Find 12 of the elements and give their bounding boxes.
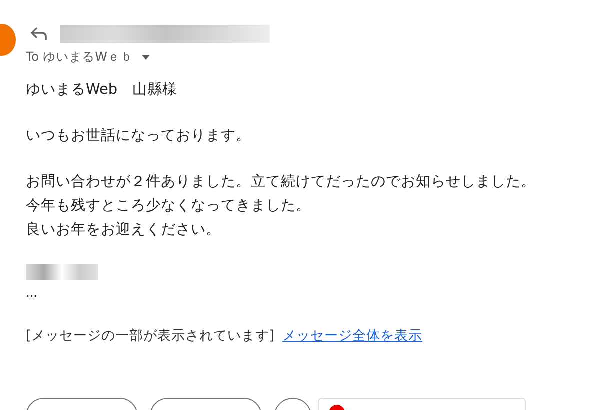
body-text-line: 今年も残すところ少なくなってきました。	[26, 197, 312, 216]
reply-icon[interactable]	[30, 27, 48, 41]
redacted-block	[26, 264, 98, 280]
body-text-line: お問い合わせが２件ありました。立て続けてだったのでお知らせしました。	[26, 172, 537, 192]
body-text-line: いつもお世話になっております。	[26, 127, 252, 146]
view-full-message-link[interactable]: メッセージ全体を表示	[282, 324, 423, 348]
body-text-line: ゆいまるWeb 山縣様	[26, 81, 179, 100]
ellipsis-text: ...	[26, 285, 38, 302]
clipped-notice: [メッセージの一部が表示されています]	[26, 327, 275, 346]
dropdown-caret-icon[interactable]	[142, 55, 150, 60]
recipient-line: To ゆいまるWｅｂ	[26, 49, 134, 66]
body-text-line: 良いお年をお迎えください。	[26, 220, 222, 240]
